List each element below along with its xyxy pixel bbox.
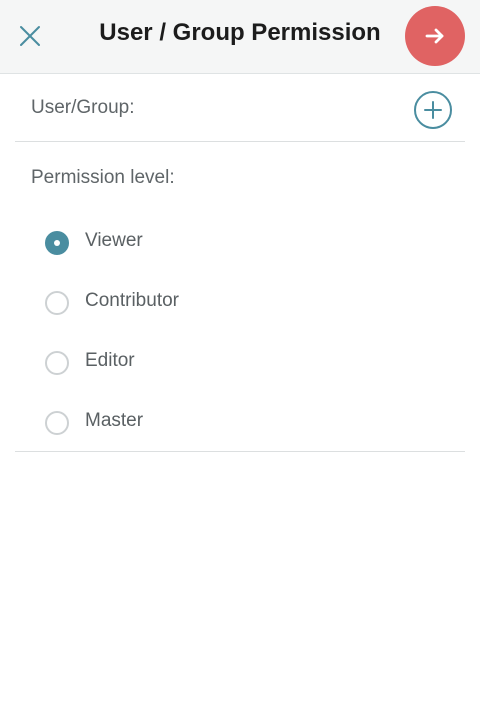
top-bar: User / Group Permission <box>0 0 480 74</box>
radio-button[interactable] <box>45 411 69 435</box>
radio-button[interactable] <box>45 351 69 375</box>
permission-screen: User / Group Permission User/Group: Perm… <box>0 0 480 724</box>
radio-option-viewer[interactable]: Viewer <box>44 229 304 257</box>
divider <box>15 451 465 452</box>
option-label: Contributor <box>85 290 179 311</box>
option-label: Viewer <box>85 230 143 251</box>
permission-level-label: Permission level: <box>31 167 175 188</box>
radio-option-editor[interactable]: Editor <box>44 349 304 377</box>
radio-option-master[interactable]: Master <box>44 409 304 437</box>
next-button[interactable] <box>405 6 465 66</box>
user-group-label: User/Group: <box>31 97 135 118</box>
radio-button[interactable] <box>45 291 69 315</box>
add-user-group-button[interactable] <box>414 91 452 129</box>
option-label: Master <box>85 410 144 431</box>
radio-button-checked[interactable] <box>45 231 69 255</box>
radio-option-contributor[interactable]: Contributor <box>44 289 304 317</box>
option-label: Editor <box>85 350 135 371</box>
user-group-row[interactable]: User/Group: <box>15 75 465 142</box>
plus-icon <box>424 101 442 119</box>
arrow-right-icon <box>425 28 444 44</box>
